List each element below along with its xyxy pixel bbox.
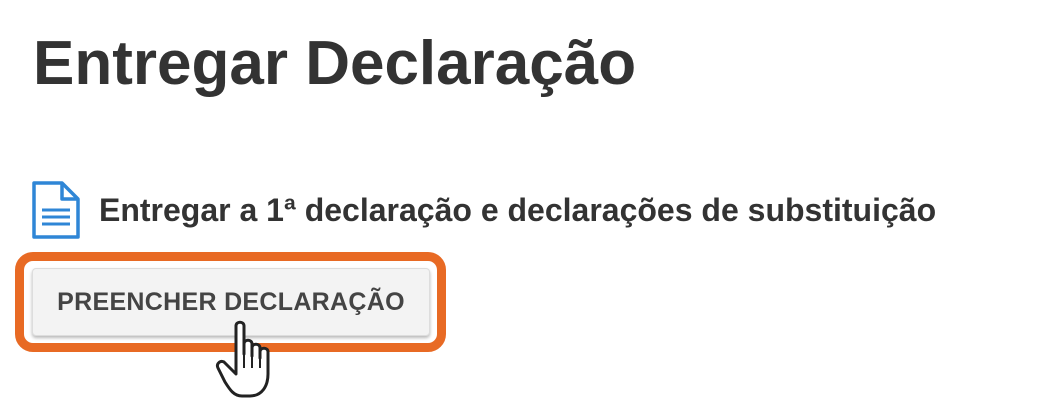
section-row: Entregar a 1ª declaração e declarações d… bbox=[30, 180, 936, 240]
page-title: Entregar Declaração bbox=[33, 29, 637, 98]
page: Entregar Declaração Entregar a 1ª declar… bbox=[0, 0, 1048, 402]
document-icon bbox=[30, 180, 82, 240]
hand-pointer-icon bbox=[214, 318, 284, 402]
next-item-icon bbox=[34, 396, 80, 402]
section-label: Entregar a 1ª declaração e declarações d… bbox=[99, 192, 937, 228]
